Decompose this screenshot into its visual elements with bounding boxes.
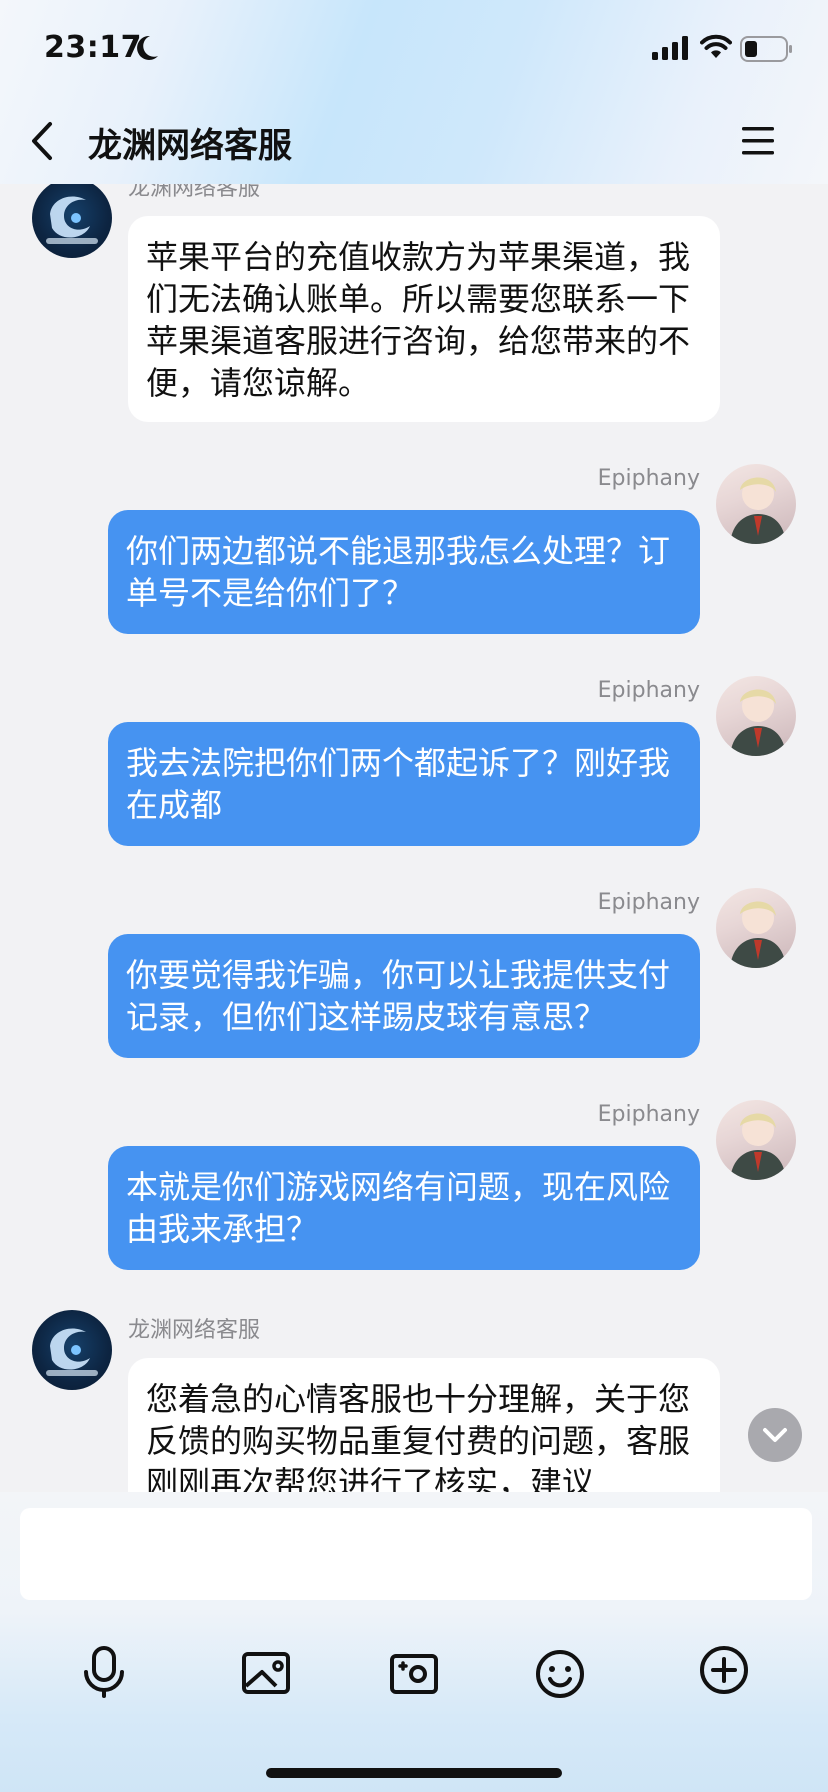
photo-icon[interactable] [236,1642,296,1702]
status-time: 23:17 [44,30,142,65]
home-indicator [266,1768,562,1778]
user-portrait-icon [730,689,786,756]
service-avatar[interactable] [32,184,112,258]
chat-area[interactable]: 龙渊网络客服 苹果平台的充值收款方为苹果渠道，我们无法确认账单。所以需要您联系一… [0,184,828,1492]
wifi-icon [700,34,732,58]
user-portrait-icon [730,477,786,544]
service-avatar[interactable] [32,1310,112,1390]
menu-icon[interactable] [740,124,776,158]
sender-name: Epiphany [597,466,700,491]
user-avatar[interactable] [716,888,796,968]
composer [0,1492,828,1792]
message-bubble-outgoing[interactable]: 我去法院把你们两个都起诉了？刚好我在成都 [108,722,700,846]
signal-icon [652,36,688,60]
battery-icon [740,36,792,62]
message-input[interactable] [20,1508,812,1600]
message-bubble-outgoing[interactable]: 本就是你们游戏网络有问题，现在风险由我来承担？ [108,1146,700,1270]
dragon-logo-icon [46,196,98,244]
camera-icon[interactable] [384,1642,444,1702]
user-avatar[interactable] [716,676,796,756]
sender-name: Epiphany [597,678,700,703]
moon-icon [137,35,158,60]
user-avatar[interactable] [716,1100,796,1180]
scroll-to-bottom-button[interactable] [748,1408,802,1462]
sender-name: 龙渊网络客服 [128,1318,261,1343]
message-bubble-incoming[interactable]: 苹果平台的充值收款方为苹果渠道，我们无法确认账单。所以需要您联系一下苹果渠道客服… [128,216,720,422]
chevron-down-icon [763,1428,787,1442]
sender-name: Epiphany [597,1102,700,1127]
message-bubble-outgoing[interactable]: 你们两边都说不能退那我怎么处理？订单号不是给你们了？ [108,510,700,634]
mic-icon[interactable] [74,1642,134,1702]
user-portrait-icon [730,901,786,968]
top-bar: 23:17 龙渊网络客服 [0,0,828,184]
message-bubble-outgoing[interactable]: 你要觉得我诈骗，你可以让我提供支付记录，但你们这样踢皮球有意思？ [108,934,700,1058]
plus-icon[interactable] [694,1642,754,1702]
chat-title: 龙渊网络客服 [88,126,292,166]
sender-name: 龙渊网络客服 [128,184,261,201]
user-avatar[interactable] [716,464,796,544]
sender-name: Epiphany [597,890,700,915]
back-arrow-icon[interactable] [24,118,64,164]
user-portrait-icon [730,1113,786,1180]
message-bubble-incoming[interactable]: 您着急的心情客服也十分理解，关于您反馈的购买物品重复付费的问题，客服刚刚再次帮您… [128,1358,720,1492]
dragon-logo-icon [46,1328,98,1376]
emoji-icon[interactable] [530,1642,590,1702]
